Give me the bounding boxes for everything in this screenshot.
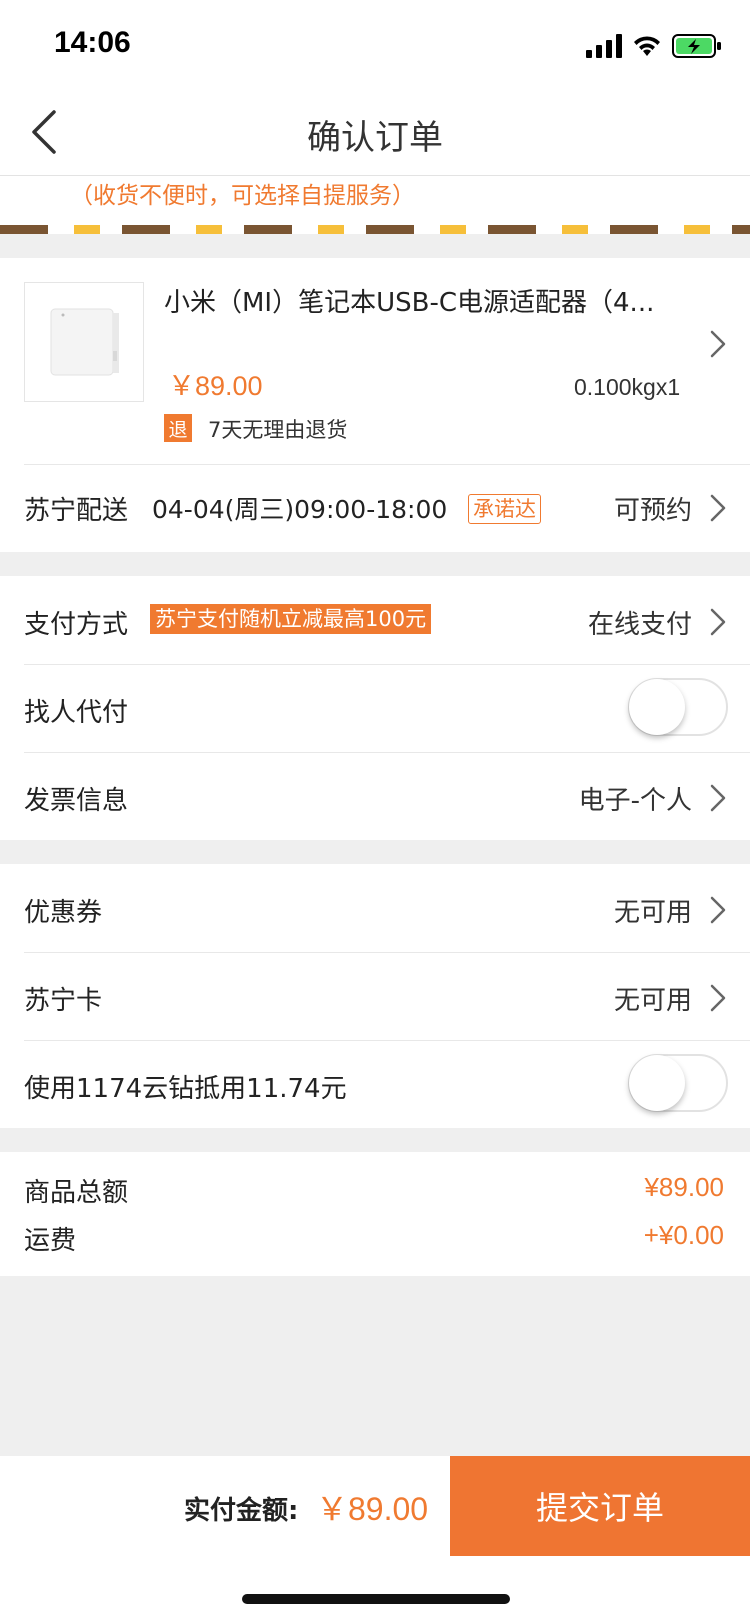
coupon-label: 优惠券 xyxy=(24,898,103,928)
pickup-note: （收货不便时，可选择自提服务） xyxy=(70,183,415,209)
bottom-bar: 实付金额: ￥89.00 提交订单 xyxy=(0,1456,750,1556)
address-stripe-divider xyxy=(0,225,750,234)
promise-tag: 承诺达 xyxy=(468,494,541,524)
suning-card-label: 苏宁卡 xyxy=(24,986,103,1016)
product-row[interactable]: 小米（MI）笔记本USB-C电源适配器（4... ￥89.00 0.100kgx… xyxy=(0,258,750,464)
shipping-label: 运费 xyxy=(24,1226,77,1256)
coupon-row[interactable]: 优惠券 无可用 xyxy=(0,864,750,952)
chevron-right-icon xyxy=(710,896,726,924)
status-bar: 14:06 xyxy=(0,0,750,88)
toggle-knob xyxy=(629,679,685,735)
goods-total-label: 商品总额 xyxy=(24,1178,129,1208)
home-indicator[interactable] xyxy=(242,1594,510,1604)
page-title: 确认订单 xyxy=(307,118,443,158)
proxy-pay-row: 找人代付 xyxy=(0,664,750,752)
power-adapter-image xyxy=(50,308,119,376)
home-indicator-area xyxy=(0,1556,750,1624)
product-section: 小米（MI）笔记本USB-C电源适配器（4... ￥89.00 0.100kgx… xyxy=(0,258,750,552)
summary-section: 商品总额 ¥89.00 运费 +¥0.00 xyxy=(0,1152,750,1276)
invoice-row[interactable]: 发票信息 电子-个人 xyxy=(0,752,750,840)
coupon-value: 无可用 xyxy=(613,898,692,928)
product-name: 小米（MI）笔记本USB-C电源适配器（4... xyxy=(164,288,655,318)
return-policy-text: 7天无理由退货 xyxy=(208,418,348,442)
delivery-time: 04-04(周三)09:00-18:00 xyxy=(152,495,448,524)
cellular-signal-icon xyxy=(586,34,622,58)
proxy-pay-label: 找人代付 xyxy=(24,698,129,728)
payment-value: 在线支付 xyxy=(587,610,692,640)
payment-section: 支付方式 苏宁支付随机立减最高100元 在线支付 找人代付 发票信息 电子-个人 xyxy=(0,576,750,840)
product-weight-quantity: 0.100kgx1 xyxy=(574,374,681,400)
product-thumbnail xyxy=(24,282,144,402)
diamond-toggle[interactable] xyxy=(628,1054,728,1112)
invoice-value: 电子-个人 xyxy=(578,786,692,816)
submit-order-button[interactable]: 提交订单 xyxy=(450,1456,750,1556)
chevron-right-icon xyxy=(710,494,726,522)
proxy-pay-toggle[interactable] xyxy=(628,678,728,736)
diamond-label: 使用1174云钻抵用11.74元 xyxy=(24,1074,347,1104)
delivery-row[interactable]: 苏宁配送 04-04(周三)09:00-18:00 承诺达 可预约 xyxy=(0,464,750,552)
suning-card-row[interactable]: 苏宁卡 无可用 xyxy=(0,952,750,1040)
return-badge: 退 xyxy=(164,414,192,442)
pay-amount-label: 实付金额: xyxy=(184,1496,299,1526)
nav-bar: 确认订单 xyxy=(0,88,750,176)
wifi-icon xyxy=(634,36,660,56)
invoice-label: 发票信息 xyxy=(24,786,129,816)
suning-card-value: 无可用 xyxy=(613,986,692,1016)
pay-amount-value: ￥89.00 xyxy=(316,1491,429,1527)
payment-method-row[interactable]: 支付方式 苏宁支付随机立减最高100元 在线支付 xyxy=(0,576,750,664)
chevron-right-icon xyxy=(710,984,726,1012)
chevron-right-icon xyxy=(710,330,726,358)
shipping-value: +¥0.00 xyxy=(643,1220,724,1250)
chevron-right-icon xyxy=(710,784,726,812)
diamond-row: 使用1174云钻抵用11.74元 xyxy=(0,1040,750,1128)
delivery-value: 可预约 xyxy=(613,496,692,526)
goods-total-value: ¥89.00 xyxy=(644,1172,724,1202)
discount-section: 优惠券 无可用 苏宁卡 无可用 使用1174云钻抵用11.74元 xyxy=(0,864,750,1128)
toggle-knob xyxy=(629,1055,685,1111)
chevron-right-icon xyxy=(710,608,726,636)
delivery-label: 苏宁配送 xyxy=(24,496,129,526)
battery-charging-icon xyxy=(672,34,721,58)
payment-label: 支付方式 xyxy=(24,610,129,640)
status-time: 14:06 xyxy=(54,26,131,59)
payment-promo-tag: 苏宁支付随机立减最高100元 xyxy=(150,604,432,634)
product-price: ￥89.00 xyxy=(168,371,263,401)
